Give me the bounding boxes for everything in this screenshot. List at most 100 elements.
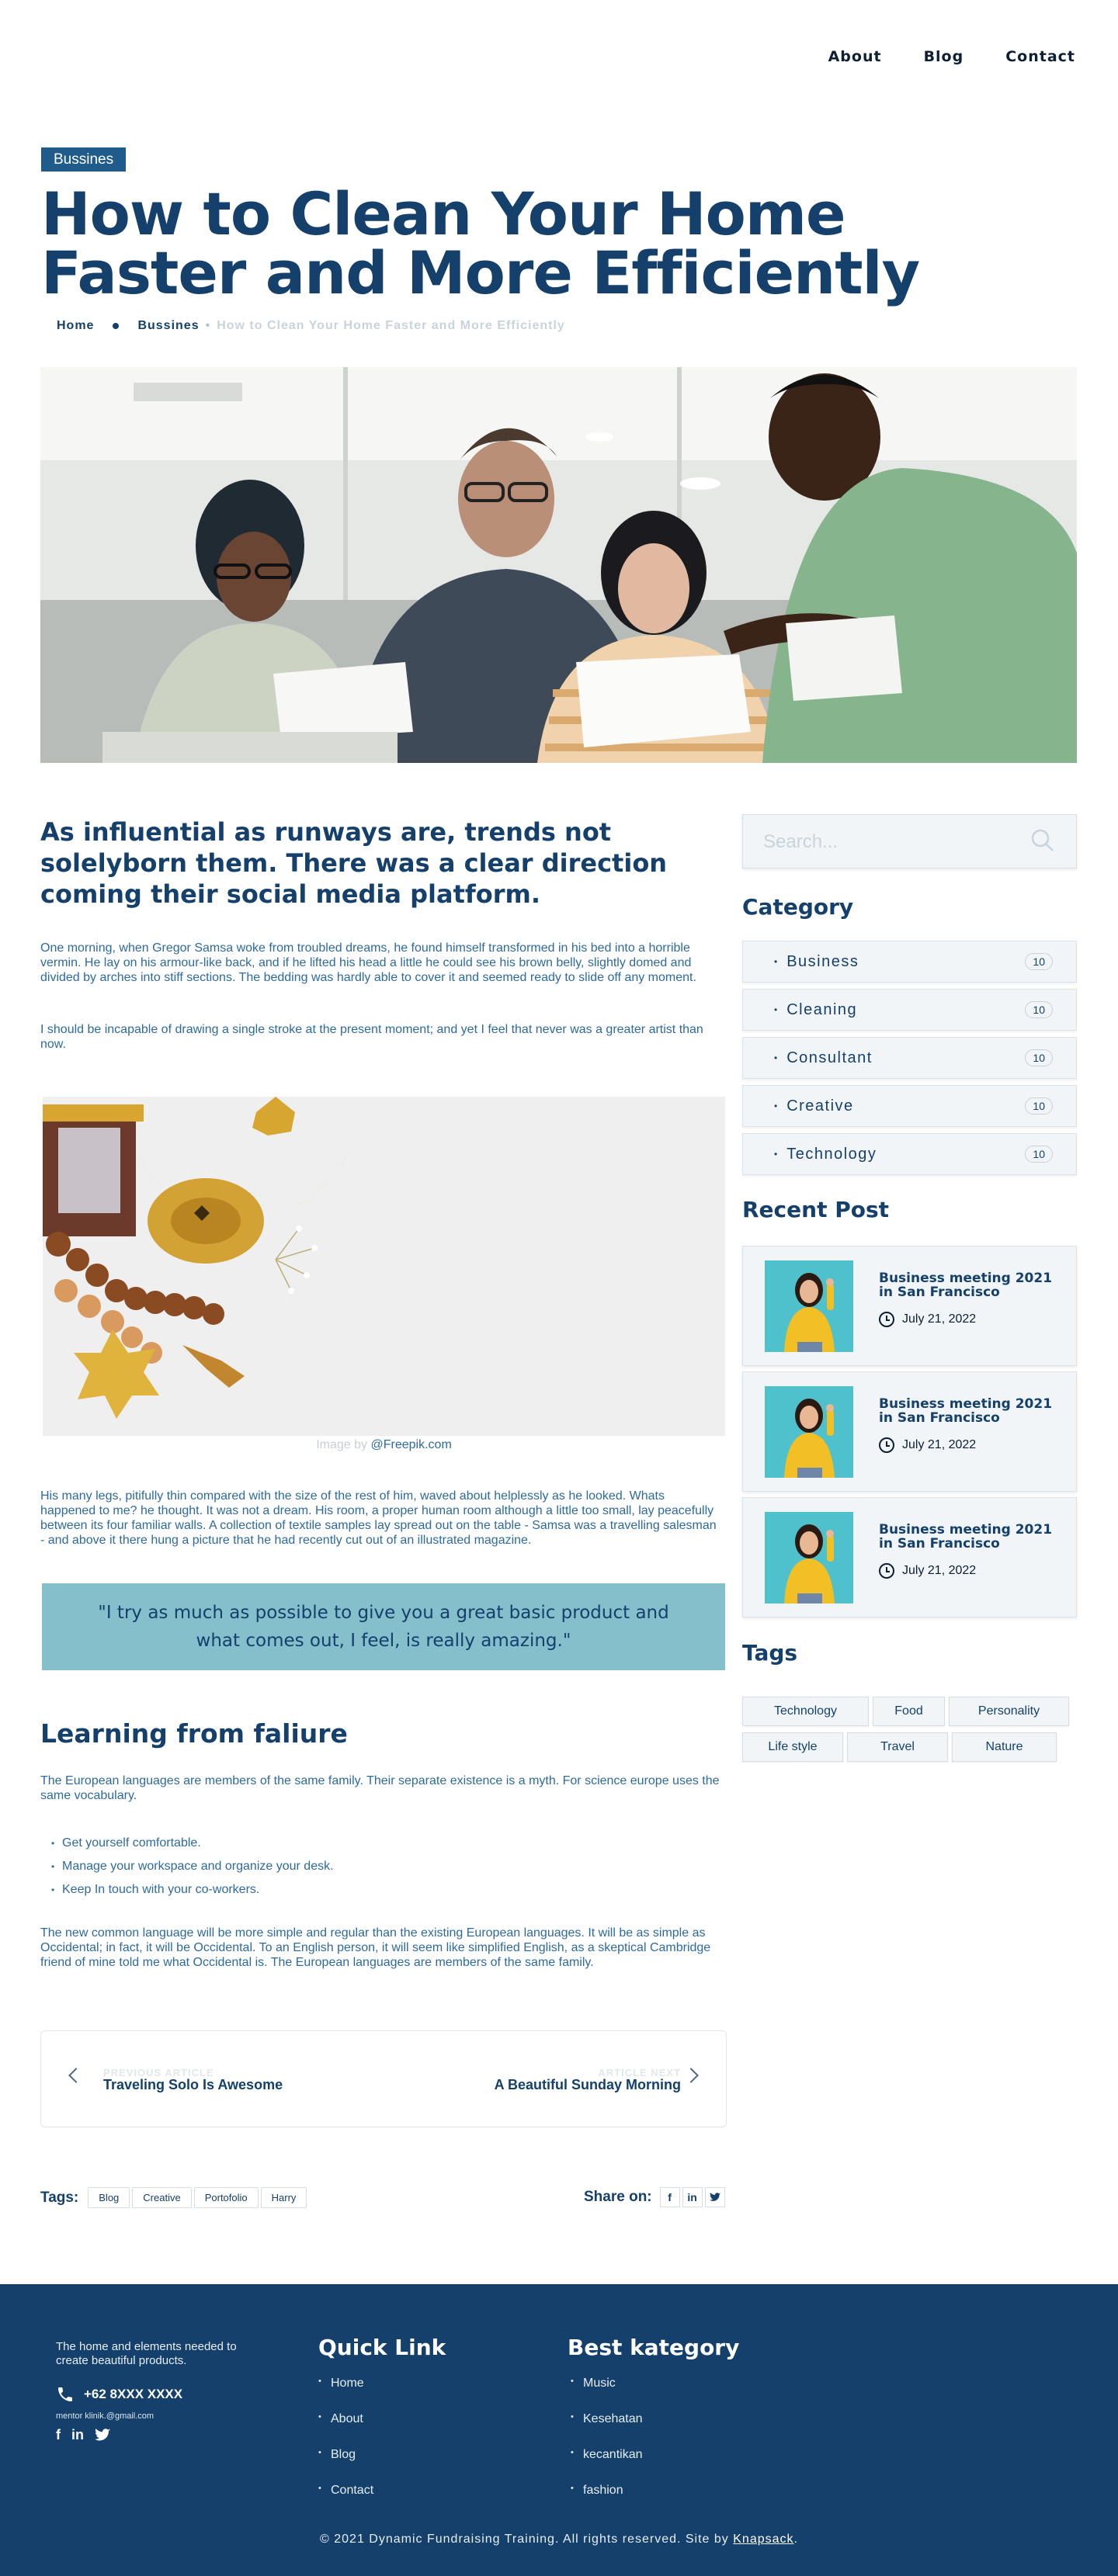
article-paragraph-3: His many legs, pitifully thin compared w… xyxy=(40,1489,717,1547)
footer-link-about[interactable]: About xyxy=(318,2412,373,2448)
ramadan-decor-illustration xyxy=(43,1097,725,1436)
woman-portrait-illustration xyxy=(765,1386,853,1478)
article-paragraph-1: One morning, when Gregor Samsa woke from… xyxy=(40,941,696,984)
category-name: Cleaning xyxy=(786,1000,858,1018)
footer-copyright: © 2021 Dynamic Fundraising Training. All… xyxy=(0,2533,1118,2547)
tag-creative[interactable]: Creative xyxy=(132,2187,192,2208)
bullet-icon: • xyxy=(774,956,778,967)
recent-post-thumbnail xyxy=(765,1386,853,1478)
caption-link[interactable]: @Freepik.com xyxy=(371,1438,452,1451)
sidebar-tag-technology[interactable]: Technology xyxy=(742,1697,869,1726)
previous-article-title: Traveling Solo Is Awesome xyxy=(103,2077,283,2092)
recent-post-title[interactable]: Business meeting 2021 in San Francisco xyxy=(879,1271,1057,1299)
recent-post-title[interactable]: Business meeting 2021 in San Francisco xyxy=(879,1523,1057,1551)
facebook-icon[interactable]: f xyxy=(56,2427,61,2443)
share-bar: Share on: f in xyxy=(584,2187,727,2207)
category-count-badge: 10 xyxy=(1025,953,1053,970)
category-list: • Business 10 • Cleaning 10 • Consultant 10 • C… xyxy=(742,941,1077,1181)
footer-quick-link-heading: Quick Link xyxy=(318,2335,446,2360)
recent-post-date: July 21, 2022 xyxy=(879,1563,976,1579)
section-heading: Learning from faliure xyxy=(40,1718,348,1749)
sidebar-tags-heading: Tags xyxy=(742,1640,798,1666)
chevron-right-icon[interactable] xyxy=(683,2068,699,2083)
breadcrumb-current: How to Clean Your Home Faster and More E… xyxy=(217,319,565,332)
list-item: Keep In touch with your co-workers. xyxy=(51,1878,334,1902)
bullet-icon: • xyxy=(774,1149,778,1160)
recent-post-card[interactable]: Business meeting 2021 in San Francisco J… xyxy=(742,1497,1077,1617)
figure-caption: Image by @Freepik.com xyxy=(43,1438,725,1452)
copyright-link[interactable]: Knapsack xyxy=(733,2533,793,2546)
footer-quick-links: Home About Blog Contact xyxy=(318,2377,373,2519)
recent-post-date: July 21, 2022 xyxy=(879,1437,976,1453)
category-count-badge: 10 xyxy=(1025,1001,1053,1018)
twitter-icon[interactable] xyxy=(95,2429,110,2442)
linkedin-icon[interactable]: in xyxy=(71,2427,84,2443)
recent-post-thumbnail xyxy=(765,1512,853,1603)
footer-description: The home and elements needed to create b… xyxy=(56,2340,237,2367)
sidebar-tag-life-style[interactable]: Life style xyxy=(742,1732,843,1762)
sidebar-tag-nature[interactable]: Nature xyxy=(952,1732,1057,1762)
phone-icon xyxy=(58,2387,72,2401)
nav-about-link[interactable]: About xyxy=(828,48,882,65)
footer-phone[interactable]: +62 8XXX XXXX xyxy=(56,2385,182,2404)
copyright-text: © 2021 Dynamic Fundraising Training. All… xyxy=(320,2533,729,2546)
bullet-icon: • xyxy=(774,1052,778,1063)
category-name: Consultant xyxy=(786,1049,873,1066)
footer-email[interactable]: mentor klinik.@gmail.com xyxy=(56,2411,154,2421)
caption-prefix: Image by xyxy=(316,1438,368,1451)
tag-blog[interactable]: Blog xyxy=(88,2187,130,2208)
site-footer: The home and elements needed to create b… xyxy=(0,2284,1118,2576)
clock-icon xyxy=(879,1563,894,1579)
footer-category-kesehatan[interactable]: Kesehatan xyxy=(571,2412,643,2448)
facebook-icon[interactable]: f xyxy=(659,2187,680,2207)
sidebar-tag-food[interactable]: Food xyxy=(873,1697,945,1726)
recent-post-card[interactable]: Business meeting 2021 in San Francisco J… xyxy=(742,1371,1077,1492)
category-item-creative[interactable]: • Creative 10 xyxy=(742,1085,1077,1127)
footer-link-blog[interactable]: Blog xyxy=(318,2448,373,2484)
search-input[interactable] xyxy=(763,829,996,855)
breadcrumb-home[interactable]: Home xyxy=(57,319,94,333)
footer-category-music[interactable]: Music xyxy=(571,2377,643,2412)
recent-post-title[interactable]: Business meeting 2021 in San Francisco xyxy=(879,1397,1057,1425)
chevron-left-icon[interactable] xyxy=(68,2068,84,2083)
footer-best-category-links: Music Kesehatan kecantikan fashion xyxy=(571,2377,643,2519)
recent-post-heading: Recent Post xyxy=(742,1197,890,1222)
footer-social-links: f in xyxy=(56,2427,110,2443)
twitter-icon[interactable] xyxy=(704,2187,725,2207)
article-figure-image xyxy=(43,1097,725,1436)
footer-link-contact[interactable]: Contact xyxy=(318,2484,373,2519)
breadcrumb: Home Bussines • How to Clean Your Home F… xyxy=(57,319,565,333)
previous-article-link[interactable]: PREVIOUS ARTICLE Traveling Solo Is Aweso… xyxy=(103,2067,283,2093)
clock-icon xyxy=(879,1312,894,1327)
woman-portrait-illustration xyxy=(765,1512,853,1603)
category-badge[interactable]: Bussines xyxy=(41,147,127,172)
bullet-icon: • xyxy=(774,1004,778,1015)
sidebar-tag-personality[interactable]: Personality xyxy=(949,1697,1069,1726)
footer-category-fashion[interactable]: fashion xyxy=(571,2484,643,2519)
footer-link-home[interactable]: Home xyxy=(318,2377,373,2412)
linkedin-icon[interactable]: in xyxy=(682,2187,703,2207)
nav-blog-link[interactable]: Blog xyxy=(924,48,964,65)
article-paragraph-2: I should be incapable of drawing a singl… xyxy=(40,1023,703,1051)
hero-photo-illustration xyxy=(40,367,1077,763)
category-item-technology[interactable]: • Technology 10 xyxy=(742,1133,1077,1175)
category-item-cleaning[interactable]: • Cleaning 10 xyxy=(742,989,1077,1031)
article-tags: Tags: Blog Creative Portofolio Harry xyxy=(40,2187,309,2208)
category-item-business[interactable]: • Business 10 xyxy=(742,941,1077,983)
recent-post-card[interactable]: Business meeting 2021 in San Francisco J… xyxy=(742,1246,1077,1366)
recent-post-date: July 21, 2022 xyxy=(879,1312,976,1327)
hero-image xyxy=(40,367,1077,763)
footer-category-kecantikan[interactable]: kecantikan xyxy=(571,2448,643,2484)
footer-best-category-heading: Best kategory xyxy=(568,2335,740,2360)
category-item-consultant[interactable]: • Consultant 10 xyxy=(742,1037,1077,1079)
breadcrumb-separator-icon: • xyxy=(205,319,211,332)
search-icon[interactable] xyxy=(1031,829,1054,852)
tag-portofolio[interactable]: Portofolio xyxy=(193,2187,259,2208)
category-name: Technology xyxy=(786,1145,877,1163)
sidebar-tag-travel[interactable]: Travel xyxy=(847,1732,948,1762)
next-article-link[interactable]: ARTICLE NEXT A Beautiful Sunday Morning xyxy=(495,2067,681,2093)
nav-contact-link[interactable]: Contact xyxy=(1005,48,1075,65)
breadcrumb-section[interactable]: Bussines xyxy=(137,319,199,333)
tag-harry[interactable]: Harry xyxy=(260,2187,307,2208)
recent-post-thumbnail xyxy=(765,1260,853,1352)
